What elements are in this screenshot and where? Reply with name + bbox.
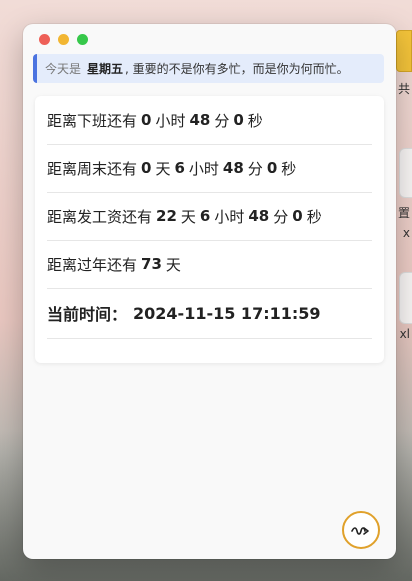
countdown-weekend: 距离周末还有 0 天 6 小时 48 分 0 秒	[47, 144, 372, 193]
days-value: 73	[141, 255, 162, 273]
minutes-unit: 分	[214, 111, 230, 130]
hours-value: 6	[199, 207, 211, 225]
background-text: x	[402, 226, 410, 240]
hours-unit: 小时	[155, 111, 186, 130]
countdown-window: 今天是 星期五 , 重要的不是你有多忙，而是你为何而忙。 距离下班还有 0 小时…	[23, 24, 396, 559]
background-text: 置	[397, 206, 410, 220]
daily-quote-banner: 今天是 星期五 , 重要的不是你有多忙，而是你为何而忙。	[33, 54, 384, 83]
window-controls	[39, 34, 88, 45]
days-unit: 天	[180, 207, 196, 226]
countdown-label: 距离过年还有	[47, 255, 138, 274]
countdown-label: 距离周末还有	[47, 159, 138, 178]
countdown-new-year: 距离过年还有 73 天	[47, 240, 372, 289]
hours-value: 6	[174, 159, 185, 177]
seconds-unit: 秒	[281, 159, 297, 178]
desktop-folder-icon	[396, 30, 412, 72]
minutes-value: 48	[248, 207, 270, 225]
countdown-payday: 距离发工资还有 22 天 6 小时 48 分 0 秒	[47, 192, 372, 241]
countdown-off-work: 距离下班还有 0 小时 48 分 0 秒	[47, 96, 372, 145]
minutes-unit: 分	[273, 207, 289, 226]
zoom-button[interactable]	[77, 34, 88, 45]
background-window	[399, 272, 412, 324]
countdown-label: 距离下班还有	[47, 111, 138, 130]
current-time-label: 当前时间：	[47, 305, 128, 324]
minutes-value: 48	[189, 111, 211, 129]
seconds-value: 0	[233, 111, 244, 129]
seconds-unit: 秒	[306, 207, 322, 226]
days-value: 22	[156, 207, 177, 225]
background-text: 共	[397, 82, 410, 96]
minimize-button[interactable]	[58, 34, 69, 45]
countdown-label: 距离发工资还有	[47, 207, 153, 226]
background-text: xl	[399, 327, 410, 341]
seconds-value: 0	[292, 207, 303, 225]
seconds-unit: 秒	[247, 111, 263, 130]
banner-weekday: 星期五	[87, 62, 124, 76]
floating-action-button[interactable]	[342, 511, 380, 549]
days-unit: 天	[155, 159, 171, 178]
wave-arrow-icon	[351, 527, 369, 535]
banner-prefix: 今天是	[45, 62, 82, 76]
countdown-card: 距离下班还有 0 小时 48 分 0 秒 距离周末还有 0 天 6 小时 48 …	[35, 96, 384, 363]
banner-message: , 重要的不是你有多忙，而是你为何而忙。	[125, 62, 349, 76]
minutes-value: 48	[222, 159, 244, 177]
seconds-value: 0	[266, 159, 278, 177]
hours-unit: 小时	[188, 159, 219, 178]
hours-unit: 小时	[214, 207, 245, 226]
days-unit: 天	[165, 255, 181, 274]
current-time-row: 当前时间： 2024-11-15 17:11:59	[47, 288, 372, 339]
background-window	[399, 148, 412, 198]
minutes-unit: 分	[247, 159, 263, 178]
hours-value: 0	[141, 111, 152, 129]
close-button[interactable]	[39, 34, 50, 45]
days-value: 0	[141, 159, 152, 177]
current-time-value: 2024-11-15 17:11:59	[133, 303, 321, 323]
